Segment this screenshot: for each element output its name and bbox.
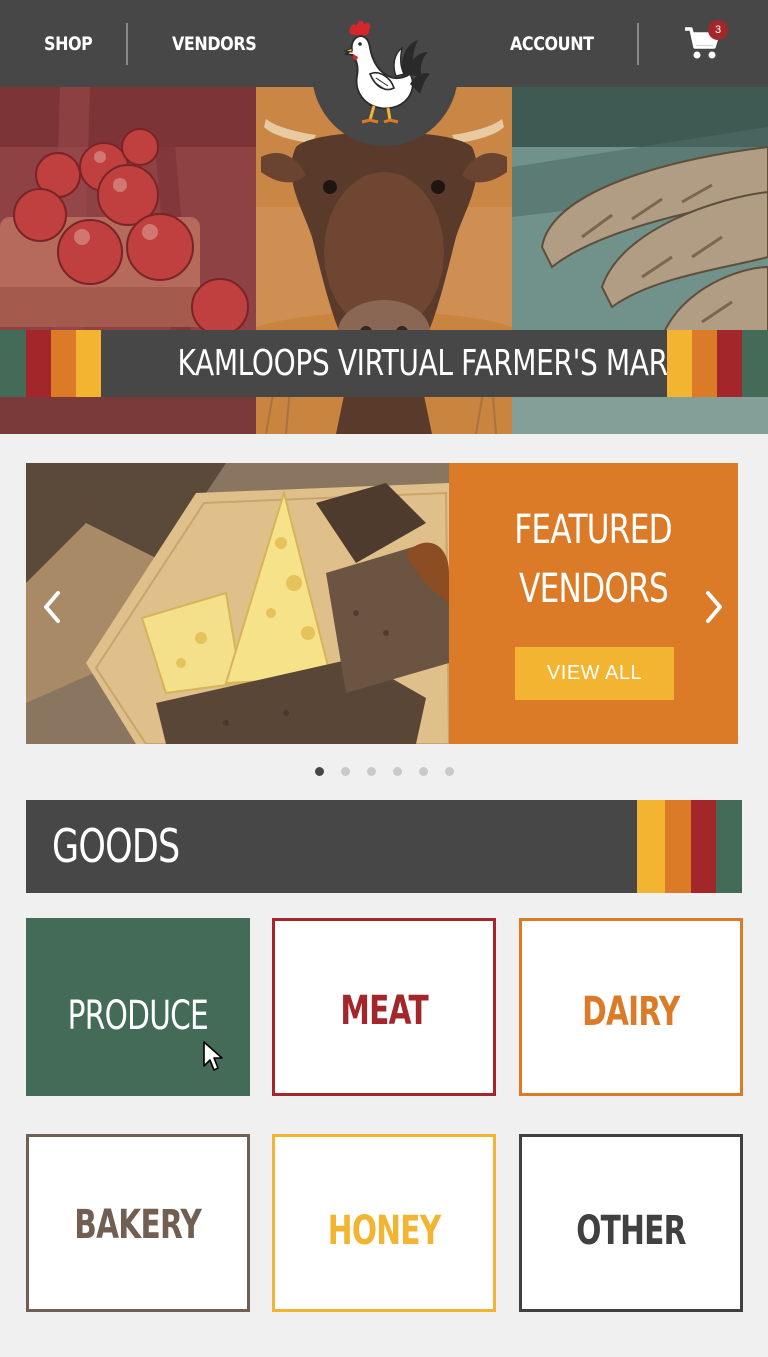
nav-divider (637, 23, 639, 65)
category-honey-label: HONEY (327, 1208, 441, 1254)
goods-title: GOODS (52, 819, 180, 873)
carousel-dot[interactable] (393, 767, 402, 776)
nav-vendors-link[interactable]: VENDORS (172, 0, 257, 87)
featured-heading-line1: FEATURED (514, 507, 673, 553)
carousel-prev-arrow-icon[interactable] (38, 587, 66, 627)
cart-count-badge: 3 (708, 20, 728, 40)
stripe-yellow (637, 800, 665, 893)
stripe-orange (692, 330, 717, 397)
featured-vendors-panel: FEATURED VENDORS VIEW ALL (449, 463, 738, 744)
site-title: KAMLOOPS VIRTUAL FARMER'S MARKET (177, 343, 720, 384)
featured-cheese-bread-image (26, 463, 449, 744)
category-meat-tile[interactable]: MEAT (272, 918, 496, 1096)
nav-account-link[interactable]: ACCOUNT (510, 0, 594, 87)
stripe-green (0, 330, 26, 397)
nav-shop-link[interactable]: SHOP (44, 0, 93, 87)
view-all-vendors-button[interactable]: VIEW ALL (515, 647, 674, 700)
stripe-orange (665, 800, 691, 893)
carousel-dot[interactable] (315, 767, 324, 776)
stripe-yellow (667, 330, 692, 397)
stripe-red (691, 800, 716, 893)
category-bakery-tile[interactable]: BAKERY (26, 1134, 250, 1312)
category-honey-tile[interactable]: HONEY (272, 1134, 496, 1312)
category-other-label: OTHER (576, 1208, 686, 1254)
nav-divider (126, 23, 128, 65)
hero-title-box: KAMLOOPS VIRTUAL FARMER'S MARKET (101, 330, 720, 397)
carousel-next-arrow-icon[interactable] (700, 587, 728, 627)
category-dairy-tile[interactable]: DAIRY (519, 918, 743, 1096)
rooster-logo-icon[interactable] (340, 14, 430, 130)
category-meat-label: MEAT (340, 988, 428, 1034)
stripe-yellow (76, 330, 101, 397)
carousel-dot[interactable] (419, 767, 428, 776)
category-dairy-label: DAIRY (582, 989, 680, 1035)
featured-vendors-carousel: FEATURED VENDORS VIEW ALL (26, 463, 738, 744)
hero-title-band: KAMLOOPS VIRTUAL FARMER'S MARKET (0, 330, 768, 397)
stripe-green (716, 800, 742, 893)
stripe-red (26, 330, 51, 397)
carousel-dot[interactable] (341, 767, 350, 776)
carousel-dot[interactable] (367, 767, 376, 776)
featured-heading-line2: VENDORS (518, 566, 669, 612)
mouse-pointer-icon (203, 1041, 223, 1071)
goods-section-header: GOODS (26, 800, 742, 893)
stripe-green (742, 330, 768, 397)
category-bakery-label: BAKERY (74, 1202, 203, 1248)
category-other-tile[interactable]: OTHER (519, 1134, 743, 1312)
stripe-orange (51, 330, 76, 397)
stripe-red (717, 330, 742, 397)
carousel-dot[interactable] (445, 767, 454, 776)
category-produce-label: PRODUCE (67, 993, 209, 1039)
carousel-pagination (310, 767, 470, 779)
